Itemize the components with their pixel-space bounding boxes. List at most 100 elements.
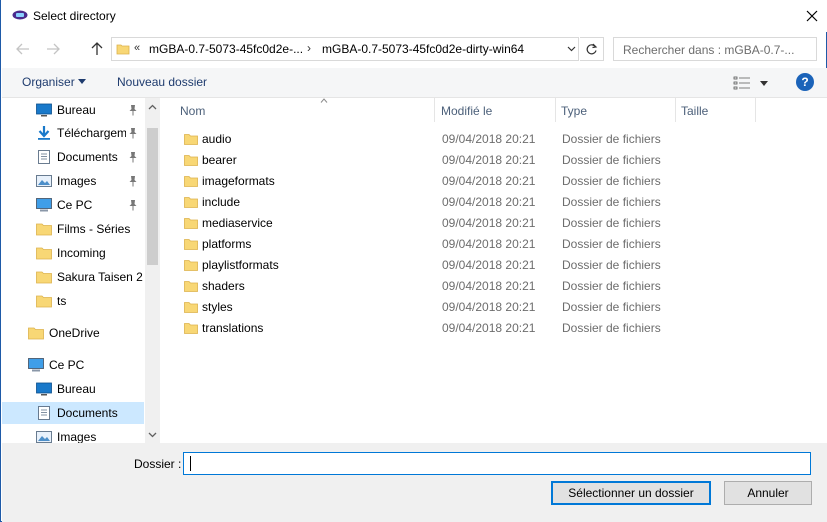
refresh-icon	[586, 43, 598, 54]
close-button[interactable]	[796, 0, 827, 32]
computer-icon	[36, 198, 52, 212]
folder-icon	[184, 301, 198, 313]
sidebar-item-label: Sakura Taisen 2 (	[57, 270, 144, 284]
table-row[interactable]: include 09/04/2018 20:21 Dossier de fichie…	[180, 192, 780, 213]
table-row[interactable]: translations 09/04/2018 20:21 Dossier de f…	[180, 318, 780, 339]
sidebar-item-label: Ce PC	[57, 198, 93, 212]
command-bar: Organiser Nouveau dossier ?	[2, 68, 827, 98]
view-options-button[interactable]	[733, 74, 773, 92]
scroll-down-button[interactable]	[145, 426, 160, 443]
sidebar-item-bureau[interactable]: Bureau	[2, 378, 144, 400]
column-header-type[interactable]: Type	[561, 98, 676, 122]
sidebar-item-label: Téléchargements	[57, 126, 126, 140]
file-name: translations	[202, 321, 264, 335]
dialog-window: Select directory « mGBA-0.7-5073-45fc0d2…	[0, 0, 827, 522]
refresh-button[interactable]	[580, 37, 604, 61]
pin-icon[interactable]	[128, 127, 138, 139]
folder-icon	[36, 270, 52, 284]
file-modified: 09/04/2018 20:21	[442, 216, 536, 230]
cancel-button[interactable]: Annuler	[724, 481, 812, 505]
address-history-dropdown[interactable]	[564, 40, 578, 58]
table-row[interactable]: mediaservice 09/04/2018 20:21 Dossier de f…	[180, 213, 780, 234]
sidebar-item-sakura-taisen-2[interactable]: Sakura Taisen 2 (	[2, 266, 144, 288]
sidebar-item-incoming[interactable]: Incoming	[2, 242, 144, 264]
chevron-down-icon	[567, 46, 575, 52]
column-header-size[interactable]: Taille	[681, 98, 756, 122]
select-folder-button[interactable]: Sélectionner un dossier	[551, 481, 711, 505]
close-icon	[806, 10, 818, 22]
table-row[interactable]: imageformats 09/04/2018 20:21 Dossier de f…	[180, 171, 780, 192]
sidebar-item-films-s-ries[interactable]: Films - Séries	[2, 218, 144, 240]
up-button[interactable]	[85, 37, 109, 61]
table-row[interactable]: playlistformats 09/04/2018 20:21 Dossier d…	[180, 255, 780, 276]
column-header-modified[interactable]: Modifié le	[441, 98, 556, 122]
chevron-down-icon	[148, 432, 157, 437]
sidebar-item-ce-pc[interactable]: Ce PC	[2, 194, 144, 216]
sidebar-item-bureau[interactable]: Bureau	[2, 99, 144, 121]
column-header-type-label: Type	[561, 104, 588, 118]
sidebar-item-images[interactable]: Images	[2, 170, 144, 192]
table-row[interactable]: platforms 09/04/2018 20:21 Dossier de fich…	[180, 234, 780, 255]
folder-icon	[184, 133, 198, 145]
file-name: bearer	[202, 153, 237, 167]
caret-down-icon[interactable]	[78, 79, 86, 84]
sidebar-item-onedrive[interactable]: OneDrive	[2, 322, 144, 344]
file-type: Dossier de fichiers	[562, 132, 661, 146]
chevron-up-icon	[148, 104, 157, 109]
pin-icon[interactable]	[128, 151, 138, 163]
sidebar-item-label: Ce PC	[49, 358, 85, 372]
scroll-thumb[interactable]	[147, 128, 158, 265]
forward-button[interactable]	[41, 37, 65, 61]
organise-button[interactable]: Organiser	[22, 75, 75, 89]
sidebar-item-images[interactable]: Images	[2, 426, 144, 443]
sidebar-item-ce-pc[interactable]: Ce PC	[2, 354, 144, 376]
sidebar-scrollbar[interactable]	[145, 98, 160, 443]
file-modified: 09/04/2018 20:21	[442, 321, 536, 335]
search-input[interactable]: Rechercher dans : mGBA-0.7-...	[613, 37, 817, 61]
folder-icon	[184, 259, 198, 271]
sidebar-item-label: OneDrive	[49, 326, 100, 340]
file-modified: 09/04/2018 20:21	[442, 153, 536, 167]
desktop-icon	[36, 382, 52, 396]
folder-icon	[36, 246, 52, 260]
table-row[interactable]: bearer 09/04/2018 20:21 Dossier de fichier…	[180, 150, 780, 171]
arrow-right-icon	[47, 43, 60, 55]
sidebar-item-label: Films - Séries	[57, 222, 131, 236]
help-button[interactable]: ?	[796, 73, 814, 91]
documents-icon	[36, 406, 52, 420]
sidebar-item-ts[interactable]: ts	[2, 290, 144, 312]
sidebar-item-label: Documents	[57, 150, 118, 164]
text-caret	[190, 456, 191, 471]
address-overflow[interactable]: «	[134, 42, 140, 54]
address-segment-current[interactable]: mGBA-0.7-5073-45fc0d2e-dirty-win64	[322, 42, 524, 56]
sidebar-item-documents[interactable]: Documents	[2, 146, 144, 168]
column-header-size-label: Taille	[681, 104, 709, 118]
details-view-icon	[733, 76, 750, 90]
sidebar-item-label: Documents	[57, 406, 118, 420]
file-modified: 09/04/2018 20:21	[442, 300, 536, 314]
back-button[interactable]	[11, 37, 35, 61]
sort-ascending-icon	[320, 98, 328, 103]
desktop-icon	[36, 103, 52, 117]
table-row[interactable]: styles 09/04/2018 20:21 Dossier de fichier…	[180, 297, 780, 318]
address-segment-parent[interactable]: mGBA-0.7-5073-45fc0d2e-...	[149, 42, 303, 56]
new-folder-button[interactable]: Nouveau dossier	[117, 75, 207, 89]
arrow-left-icon	[16, 43, 29, 55]
pin-icon[interactable]	[128, 199, 138, 211]
table-row[interactable]: audio 09/04/2018 20:21 Dossier de fichiers	[180, 129, 780, 150]
pin-icon[interactable]	[128, 104, 138, 116]
folder-icon	[184, 196, 198, 208]
file-modified: 09/04/2018 20:21	[442, 195, 536, 209]
scroll-up-button[interactable]	[145, 98, 160, 115]
address-separator[interactable]: ›	[307, 41, 311, 55]
sidebar-item-documents[interactable]: Documents	[2, 402, 144, 424]
column-header-name[interactable]: Nom	[180, 98, 435, 122]
caret-down-icon	[760, 81, 768, 86]
sidebar-item-t-l-chargements[interactable]: Téléchargements	[2, 122, 144, 144]
table-row[interactable]: shaders 09/04/2018 20:21 Dossier de fichie…	[180, 276, 780, 297]
folder-name-input[interactable]	[183, 452, 811, 475]
file-type: Dossier de fichiers	[562, 258, 661, 272]
address-bar[interactable]: « mGBA-0.7-5073-45fc0d2e-... › mGBA-0.7-…	[111, 37, 579, 61]
pin-icon[interactable]	[128, 175, 138, 187]
column-header-modified-label: Modifié le	[441, 104, 493, 118]
